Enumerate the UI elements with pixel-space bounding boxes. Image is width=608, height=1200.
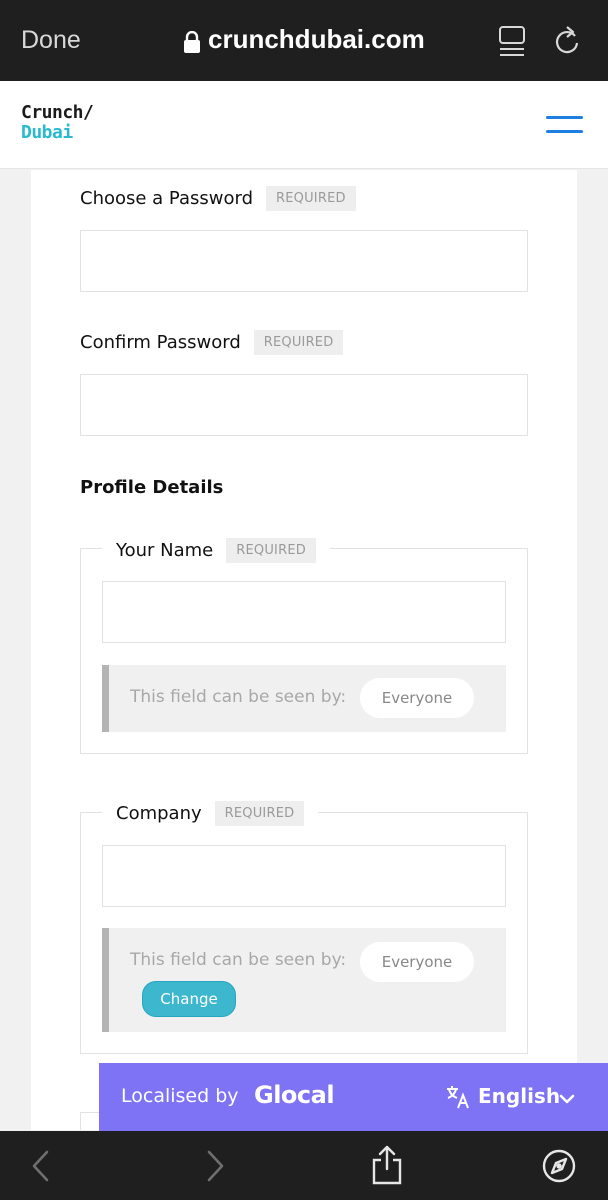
visibility-text: This field can be seen by: — [130, 687, 347, 707]
browser-bottom-toolbar — [0, 1131, 608, 1200]
glocal-logo[interactable]: Glocal — [254, 1081, 335, 1109]
reader-view-icon[interactable] — [499, 26, 525, 56]
back-icon[interactable] — [24, 1149, 58, 1183]
visibility-text: This field can be seen by: — [130, 950, 347, 970]
company-input[interactable] — [102, 845, 506, 907]
required-badge: REQUIRED — [266, 186, 356, 211]
browser-top-bar: Done crunchdubai.com — [0, 0, 608, 81]
confirm-password-input[interactable] — [80, 374, 528, 436]
hamburger-menu-icon[interactable] — [546, 116, 583, 136]
logo-line-1: Crunch/ — [21, 102, 94, 123]
required-badge: REQUIRED — [253, 330, 344, 355]
password-label: Choose a Password — [80, 188, 254, 209]
forward-icon[interactable] — [198, 1149, 232, 1183]
localisation-bar: Localised by Glocal English — [99, 1063, 608, 1131]
share-icon[interactable] — [370, 1145, 404, 1185]
required-badge: REQUIRED — [226, 537, 316, 563]
profile-details-heading: Profile Details — [80, 477, 224, 498]
localised-by-text: Localised by — [121, 1085, 239, 1107]
reload-icon[interactable] — [553, 26, 581, 56]
confirm-password-label-row: Confirm Password REQUIRED — [80, 330, 344, 355]
your-name-input[interactable] — [102, 581, 506, 643]
visibility-everyone-pill[interactable]: Everyone — [360, 942, 474, 982]
url-text: crunchdubai.com — [208, 24, 425, 54]
crunch-dubai-logo[interactable]: Crunch/ Dubai — [21, 102, 94, 143]
compass-icon[interactable] — [542, 1149, 576, 1183]
address-bar[interactable]: crunchdubai.com — [184, 24, 425, 55]
done-button[interactable]: Done — [21, 26, 81, 55]
next-fieldset-partial — [80, 1112, 100, 1130]
lock-icon — [184, 29, 200, 53]
your-name-label: Your Name — [116, 539, 214, 561]
visibility-everyone-pill[interactable]: Everyone — [360, 678, 474, 718]
required-badge: REQUIRED — [214, 800, 305, 826]
change-visibility-button[interactable]: Change — [142, 981, 236, 1017]
site-header: Crunch/ Dubai — [0, 81, 608, 169]
company-legend: Company REQUIRED — [102, 798, 319, 828]
logo-line-2: Dubai — [21, 122, 73, 143]
your-name-legend: Your Name REQUIRED — [102, 535, 330, 565]
company-visibility-panel: This field can be seen by: Everyone Chan… — [102, 928, 506, 1032]
confirm-password-label: Confirm Password — [80, 332, 241, 353]
chevron-down-icon[interactable] — [559, 1090, 575, 1104]
your-name-visibility-panel: This field can be seen by: Everyone — [102, 665, 506, 732]
password-input[interactable] — [80, 230, 528, 292]
password-label-row: Choose a Password REQUIRED — [80, 186, 356, 211]
language-selector[interactable]: English — [478, 1084, 560, 1108]
company-label: Company — [116, 802, 202, 824]
translate-icon — [446, 1085, 470, 1109]
